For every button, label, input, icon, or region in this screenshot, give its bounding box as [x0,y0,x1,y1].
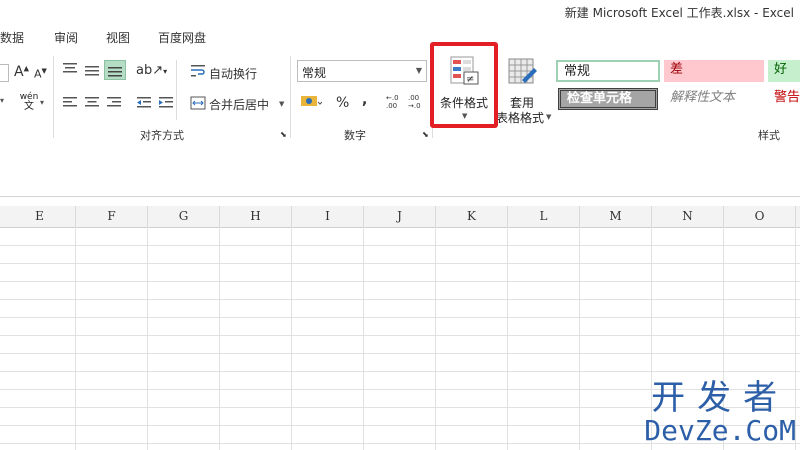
table-format-icon [508,58,537,84]
grid-column-line [435,227,436,450]
number-format-value: 常规 [302,66,327,80]
grid-row-line [0,281,800,282]
merge-center-icon [190,96,206,110]
comma-style-button[interactable]: , [362,92,367,108]
grid-row-line [0,299,800,300]
orientation-icon[interactable]: ab↗▾ [136,63,167,78]
align-center-icon[interactable] [84,96,100,110]
align-right-icon[interactable] [106,96,122,110]
style-explanatory-text[interactable]: 解释性文本 [664,88,764,110]
chevron-down-icon: ▼ [546,113,552,121]
merge-center-button[interactable]: 合并后居中 [209,96,269,113]
tab-view[interactable]: 视图 [106,29,130,46]
grid-column-line [507,227,508,450]
column-header-i[interactable]: I [292,206,364,227]
align-bottom-icon [108,67,122,77]
tab-baidu-netdisk[interactable]: 百度网盘 [158,29,206,46]
grid-row-line [0,371,800,372]
column-header-m[interactable]: M [580,206,652,227]
number-format-select[interactable]: 常规 ▼ [297,60,427,82]
formula-area[interactable] [0,146,800,197]
phonetic-dropdown-arrow[interactable]: ▾ [40,98,44,107]
column-header-g[interactable]: G [148,206,220,227]
accounting-format-icon[interactable] [300,94,322,110]
grid-column-line [147,227,148,450]
number-dialog-launcher[interactable]: ⬊ [422,130,429,139]
increase-decimal-button[interactable]: ←.0 .00 [386,94,399,110]
column-header-f[interactable]: F [76,206,148,227]
wrap-text-icon [191,65,205,77]
increase-indent-icon[interactable] [158,96,174,110]
font-size-box[interactable] [0,64,9,82]
column-header-e[interactable]: E [4,206,76,227]
grid-row-line [0,245,800,246]
alignment-group-label: 对齐方式 [140,129,184,142]
wrap-text-button[interactable]: 自动换行 [209,65,257,82]
align-top-icon[interactable] [62,62,78,76]
chevron-down-icon: ▼ [415,66,422,75]
align-bottom-button[interactable] [104,60,126,80]
percent-style-button[interactable]: % [336,95,349,111]
column-header-j[interactable]: J [364,206,436,227]
title-bar: 新建 Microsoft Excel 工作表.xlsx - Excel [0,0,800,24]
grid-column-line [219,227,220,450]
grid-column-line [363,227,364,450]
style-check-cell[interactable]: 检查单元格 [558,88,658,110]
style-normal[interactable]: 常规 [556,60,660,82]
column-headers: EFGHIJKLMNO [0,206,800,228]
column-header-o[interactable]: O [724,206,796,227]
number-group-label: 数字 [344,129,366,142]
decrease-font-icon[interactable]: A▼ [34,67,47,81]
ribbon-tabs: 数据 审阅 视图 百度网盘 [0,24,800,48]
grid-column-line [75,227,76,450]
style-good[interactable]: 好 [768,60,800,82]
watermark: 开发者 DevZe.CoM [644,380,796,446]
style-warning-text[interactable]: 警告 [768,88,800,110]
grid-row-line [0,353,800,354]
align-left-icon[interactable] [62,96,78,110]
column-header-h[interactable]: H [220,206,292,227]
highlight-box [430,42,498,128]
ribbon: A▲ A▼ ▾ wén 文 ▾ ab↗▾ 自动换行 合并后居中 ▼ 对齐方式 ⬊ [0,48,800,147]
tab-data[interactable]: 数据 [0,29,24,46]
format-as-table-button[interactable]: 套用 表格格式 ▼ [496,52,554,128]
style-bad[interactable]: 差 [664,60,764,82]
window-title: 新建 Microsoft Excel 工作表.xlsx - Excel [564,6,794,20]
merge-center-dropdown[interactable]: ▼ [279,100,284,108]
phonetic-sub: 文 [24,101,34,112]
separator [176,60,177,120]
decrease-decimal-button[interactable]: .00 →.0 [408,94,421,110]
grid-row-line [0,317,800,318]
alignment-dialog-launcher[interactable]: ⬊ [280,130,287,139]
table-format-label-2: 表格格式 [496,111,545,125]
font-dropdown-arrow[interactable]: ▾ [0,96,4,105]
phonetic-guide-button[interactable]: wén 文 [18,92,40,112]
watermark-cn: 开发者 [651,378,790,418]
group-separator [290,56,291,138]
column-header-n[interactable]: N [652,206,724,227]
tab-review[interactable]: 审阅 [54,29,78,46]
increase-font-icon[interactable]: A▲ [14,64,29,80]
styles-group-label: 样式 [758,129,780,142]
align-middle-icon[interactable] [84,64,100,78]
column-header-k[interactable]: K [436,206,508,227]
decrease-indent-icon[interactable] [136,96,152,110]
grid-row-line [0,263,800,264]
column-header-l[interactable]: L [508,206,580,227]
watermark-en: DevZe.CoM [644,414,796,447]
grid-column-line [291,227,292,450]
grid-row-line [0,335,800,336]
grid-column-line [579,227,580,450]
group-separator [53,56,54,138]
